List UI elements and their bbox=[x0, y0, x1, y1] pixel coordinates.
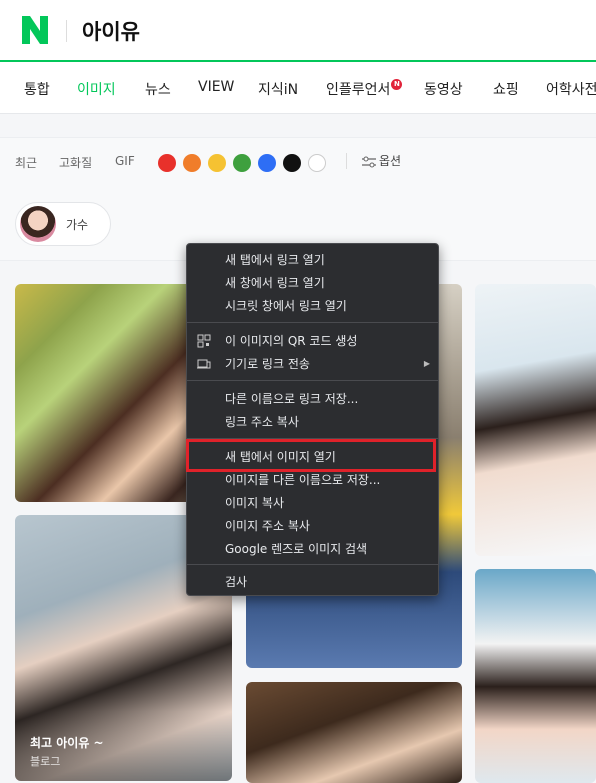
tab-influencer-label: 인플루언서 bbox=[326, 82, 391, 98]
menu-copy-image[interactable]: 이미지 복사 bbox=[187, 492, 438, 514]
chip-label: 가수 bbox=[66, 218, 89, 232]
menu-separator bbox=[187, 564, 438, 565]
color-black[interactable] bbox=[283, 154, 301, 172]
naver-logo[interactable] bbox=[22, 16, 48, 44]
menu-google-lens[interactable]: Google 렌즈로 이미지 검색 bbox=[187, 538, 438, 560]
menu-qr-code[interactable]: 이 이미지의 QR 코드 생성 bbox=[187, 330, 438, 352]
color-white[interactable] bbox=[308, 154, 326, 172]
qr-code-icon bbox=[197, 334, 211, 348]
menu-qr-code-label: 이 이미지의 QR 코드 생성 bbox=[225, 334, 358, 348]
tab-news[interactable]: 뉴스 bbox=[145, 79, 171, 99]
search-header: 아이유 bbox=[0, 0, 596, 62]
tab-shopping[interactable]: 쇼핑 bbox=[493, 79, 519, 99]
menu-save-image-as[interactable]: 이미지를 다른 이름으로 저장... bbox=[187, 469, 438, 491]
tab-kin[interactable]: 지식iN bbox=[258, 79, 298, 99]
submenu-arrow-icon: ▶ bbox=[423, 359, 430, 368]
filter-hd[interactable]: 고화질 bbox=[59, 154, 92, 171]
menu-send-to-device-label: 기기로 링크 전송 bbox=[225, 357, 310, 371]
image-result[interactable] bbox=[475, 569, 596, 783]
menu-save-link-as[interactable]: 다른 이름으로 링크 저장... bbox=[187, 388, 438, 410]
menu-inspect[interactable]: 검사 bbox=[187, 571, 438, 593]
sliders-icon bbox=[362, 156, 376, 168]
color-orange[interactable] bbox=[183, 154, 201, 172]
menu-send-to-device[interactable]: 기기로 링크 전송 ▶ bbox=[187, 353, 438, 375]
tab-images[interactable]: 이미지 bbox=[77, 79, 116, 99]
search-tabs: 통합 이미지 뉴스 VIEW 지식iN 인플루언서 N 동영상 쇼핑 어학사전 bbox=[0, 62, 596, 114]
tab-influencer[interactable]: 인플루언서 N bbox=[326, 79, 403, 99]
filter-gif[interactable]: GIF bbox=[115, 154, 135, 168]
search-query[interactable]: 아이유 bbox=[82, 16, 140, 46]
tab-view[interactable]: VIEW bbox=[198, 79, 234, 95]
menu-separator bbox=[187, 322, 438, 323]
chip-singer[interactable]: 가수 bbox=[15, 202, 111, 246]
options-button[interactable]: 옵션 bbox=[362, 152, 401, 169]
color-yellow[interactable] bbox=[208, 154, 226, 172]
context-menu: 새 탭에서 링크 열기 새 창에서 링크 열기 시크릿 창에서 링크 열기 이 … bbox=[186, 243, 439, 596]
image-result[interactable] bbox=[475, 284, 596, 556]
tab-video[interactable]: 동영상 bbox=[424, 79, 463, 99]
divider bbox=[346, 153, 347, 169]
options-label: 옵션 bbox=[379, 154, 402, 168]
image-caption: 최고 아이유 ~ bbox=[30, 736, 104, 750]
highlight-box bbox=[186, 439, 436, 472]
color-blue[interactable] bbox=[258, 154, 276, 172]
menu-open-link-new-tab[interactable]: 새 탭에서 링크 열기 bbox=[187, 249, 438, 271]
color-green[interactable] bbox=[233, 154, 251, 172]
menu-copy-image-address[interactable]: 이미지 주소 복사 bbox=[187, 515, 438, 537]
device-icon bbox=[197, 359, 211, 369]
divider bbox=[66, 20, 67, 42]
menu-separator bbox=[187, 380, 438, 381]
menu-open-link-incognito[interactable]: 시크릿 창에서 링크 열기 bbox=[187, 295, 438, 317]
filter-recent[interactable]: 최근 bbox=[15, 154, 37, 171]
new-badge: N bbox=[391, 79, 403, 90]
filter-bar: 최근 고화질 GIF 옵션 bbox=[0, 137, 596, 183]
menu-open-link-new-window[interactable]: 새 창에서 링크 열기 bbox=[187, 272, 438, 294]
avatar bbox=[20, 206, 56, 242]
image-source: 블로그 bbox=[30, 755, 61, 768]
tab-all[interactable]: 통합 bbox=[24, 79, 50, 99]
image-result[interactable] bbox=[246, 682, 462, 783]
color-red[interactable] bbox=[158, 154, 176, 172]
tab-dictionary[interactable]: 어학사전 bbox=[546, 79, 596, 99]
menu-copy-link-address[interactable]: 링크 주소 복사 bbox=[187, 411, 438, 433]
